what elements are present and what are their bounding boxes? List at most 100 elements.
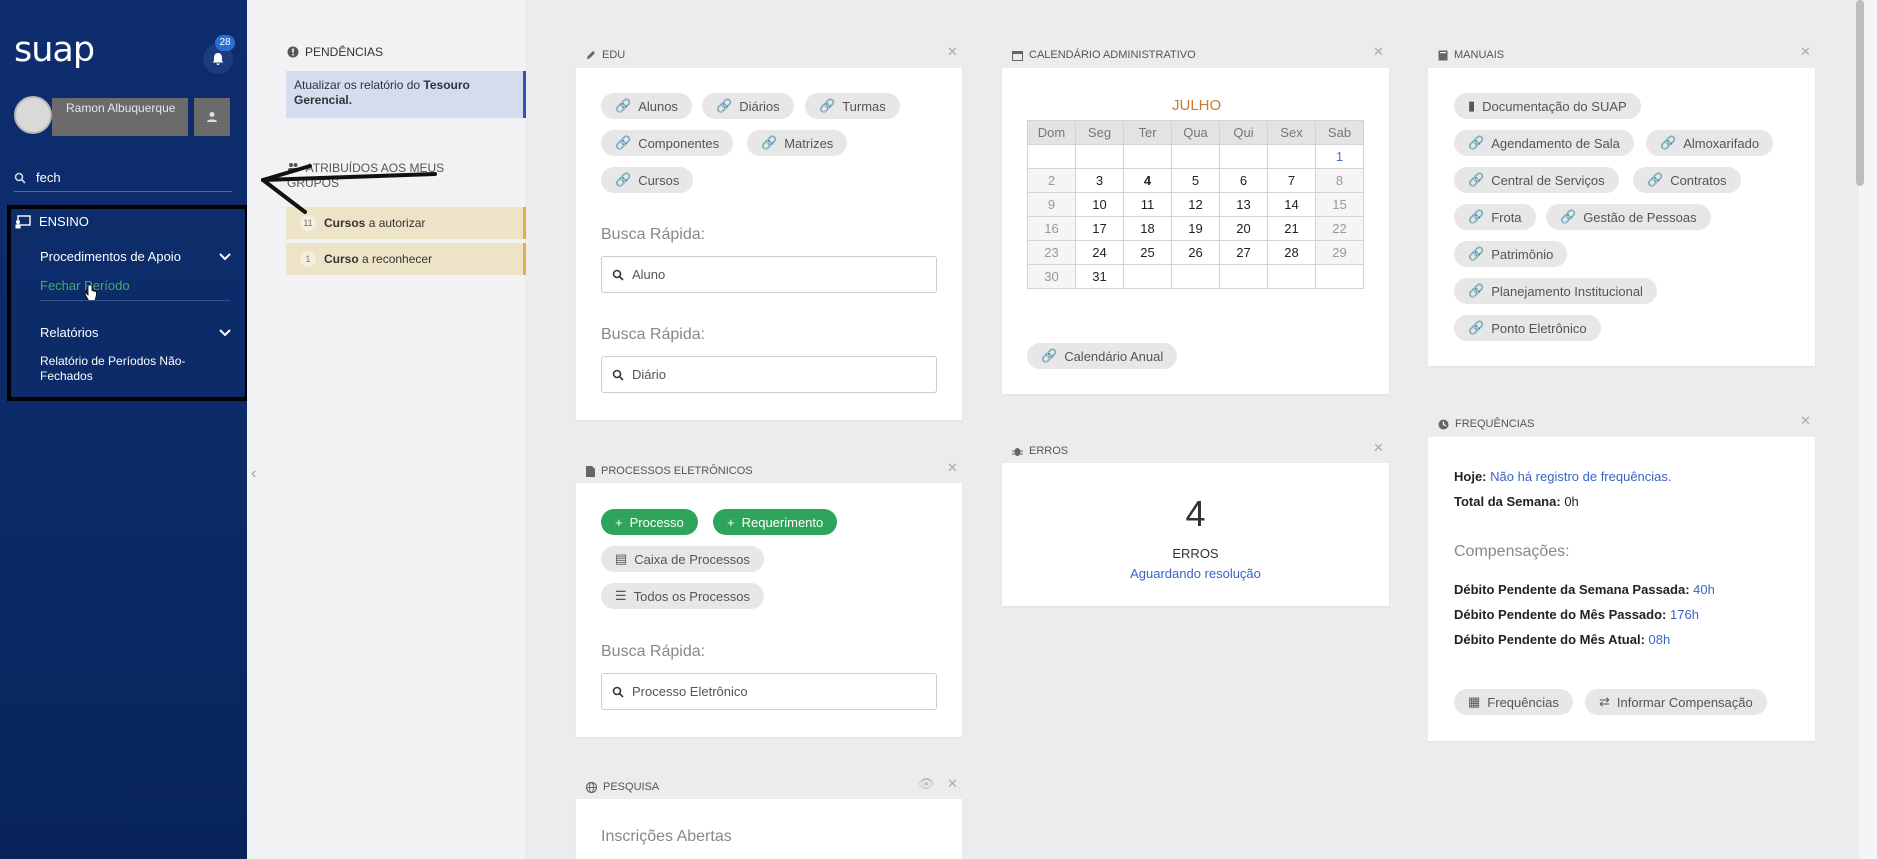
calendar-day[interactable]: 30 [1027, 264, 1076, 289]
calendar-day[interactable]: 12 [1171, 192, 1220, 217]
scrollbar-thumb[interactable] [1856, 0, 1864, 186]
manual-almoxarifado[interactable]: 🔗 Almoxarifado [1646, 130, 1774, 156]
close-icon[interactable]: ✕ [1373, 440, 1384, 456]
new-processo-button[interactable]: + Processo [601, 509, 698, 535]
manual-frota[interactable]: 🔗 Frota [1454, 204, 1536, 230]
calendar-day[interactable]: 6 [1219, 168, 1268, 193]
calendar-day[interactable]: 13 [1219, 192, 1268, 217]
manuais-title: MANUAIS [1454, 49, 1505, 61]
calendar-day [1171, 144, 1220, 169]
erros-label: ERROS [1172, 546, 1219, 561]
frequencias-button[interactable]: ▦ Frequências [1454, 689, 1573, 715]
calendar-day[interactable]: 28 [1267, 240, 1316, 265]
calendar-weekday: Sex [1267, 120, 1316, 145]
calendar-day[interactable]: 20 [1219, 216, 1268, 241]
erros-status-link[interactable]: Aguardando resolução [1002, 566, 1389, 581]
calendar-day[interactable]: 11 [1123, 192, 1172, 217]
close-icon[interactable]: ✕ [947, 44, 958, 60]
manual-agendamento[interactable]: 🔗 Agendamento de Sala [1454, 130, 1634, 156]
calendar-day[interactable]: 22 [1315, 216, 1364, 241]
task-bold: Curso [324, 252, 359, 266]
todos-processos-button[interactable]: ☰ Todos os Processos [601, 583, 764, 609]
calendar-day[interactable]: 8 [1315, 168, 1364, 193]
edu-link-alunos[interactable]: 🔗 Alunos [601, 93, 692, 119]
calendar-day[interactable]: 14 [1267, 192, 1316, 217]
pill-label: Cursos [638, 172, 680, 188]
user-name[interactable]: Ramon Albuquerque [52, 98, 188, 136]
busca-label: Busca Rápida: [601, 326, 706, 343]
pill-label: Matrizes [784, 135, 834, 151]
calendar-day[interactable]: 5 [1171, 168, 1220, 193]
manual-contratos[interactable]: 🔗 Contratos [1633, 167, 1741, 193]
link-icon: 🔗 [761, 135, 778, 150]
manual-planejamento[interactable]: 🔗 Planejamento Institucional [1454, 278, 1657, 304]
calendar-day[interactable]: 26 [1171, 240, 1220, 265]
freq-label: Total da Semana: [1454, 494, 1561, 509]
calendar-day[interactable]: 25 [1123, 240, 1172, 265]
manual-ponto-eletronico[interactable]: 🔗 Ponto Eletrônico [1454, 315, 1601, 341]
manual-central-servicos[interactable]: 🔗 Central de Serviços [1454, 167, 1619, 193]
pill-label: Ponto Eletrônico [1491, 320, 1587, 336]
menu-search-input[interactable]: fech [14, 164, 232, 192]
diario-search-input[interactable]: Diário [601, 356, 937, 393]
freq-label: Débito Pendente do Mês Atual: [1454, 632, 1645, 647]
manual-patrimonio[interactable]: 🔗 Patrimônio [1454, 241, 1568, 267]
close-icon[interactable]: ✕ [947, 460, 958, 476]
pill-label: Alunos [638, 98, 678, 114]
link-icon: 🔗 [1647, 172, 1664, 187]
calendar-day [1075, 144, 1124, 169]
new-requerimento-button[interactable]: + Requerimento [713, 509, 838, 535]
calendar-day[interactable]: 7 [1267, 168, 1316, 193]
calendar-day[interactable]: 10 [1075, 192, 1124, 217]
edu-link-diarios[interactable]: 🔗 Diários [702, 93, 794, 119]
calendar-day[interactable]: 3 [1075, 168, 1124, 193]
collapse-sidebar-icon[interactable]: ‹ [251, 465, 256, 483]
calendar-day[interactable]: 29 [1315, 240, 1364, 265]
sidebar: suap 28 Ramon Albuquerque fech ENSINO Pr… [0, 0, 247, 859]
freq-semana: Total da Semana: 0h [1454, 494, 1579, 509]
eye-icon[interactable]: 👁 [918, 776, 935, 792]
calendar-day [1171, 264, 1220, 289]
pill-label: Patrimônio [1491, 246, 1554, 262]
manual-documentacao[interactable]: ▮ Documentação do SUAP [1454, 93, 1641, 119]
calendar-day[interactable]: 23 [1027, 240, 1076, 265]
calendar-day[interactable]: 15 [1315, 192, 1364, 217]
calendar-day[interactable]: 17 [1075, 216, 1124, 241]
edu-link-matrizes[interactable]: 🔗 Matrizes [747, 130, 848, 156]
calendario-anual-link[interactable]: 🔗 Calendário Anual [1027, 343, 1178, 369]
book-icon [1438, 50, 1448, 60]
close-icon[interactable]: ✕ [947, 776, 958, 792]
calendar-day[interactable]: 21 [1267, 216, 1316, 241]
close-icon[interactable]: ✕ [1373, 44, 1384, 60]
calendar-day[interactable]: 19 [1171, 216, 1220, 241]
calendar-day[interactable]: 31 [1075, 264, 1124, 289]
edu-link-componentes[interactable]: 🔗 Componentes [601, 130, 734, 156]
close-icon[interactable]: ✕ [1800, 44, 1811, 60]
pill-label: Diários [739, 98, 780, 114]
calendar-day[interactable]: 18 [1123, 216, 1172, 241]
calendar-day[interactable]: 2 [1027, 168, 1076, 193]
erros-count: 4 [1185, 493, 1206, 534]
calendar-day[interactable]: 24 [1075, 240, 1124, 265]
edu-link-cursos[interactable]: 🔗 Cursos [601, 167, 694, 193]
edu-link-turmas[interactable]: 🔗 Turmas [805, 93, 900, 119]
link-icon: 🔗 [1468, 246, 1485, 261]
calendar-day[interactable]: 4 [1123, 168, 1172, 193]
informar-compensacao-button[interactable]: ⇄ Informar Compensação [1585, 689, 1767, 715]
file-icon: ▮ [1468, 98, 1476, 113]
calendar-day[interactable]: 27 [1219, 240, 1268, 265]
manual-gestao-pessoas[interactable]: 🔗 Gestão de Pessoas [1546, 204, 1711, 230]
close-icon[interactable]: ✕ [1800, 413, 1811, 429]
suap-logo[interactable]: suap [14, 30, 95, 70]
calendar-day[interactable]: 1 [1315, 144, 1364, 169]
task-row[interactable]: 1 Curso a reconhecer [286, 243, 526, 275]
aluno-search-input[interactable]: Aluno [601, 256, 937, 293]
user-profile-button[interactable] [194, 98, 230, 136]
globe-icon [586, 781, 597, 793]
calendar-day[interactable]: 16 [1027, 216, 1076, 241]
pendencia-card[interactable]: Atualizar os relatório do Tesouro Gerenc… [286, 71, 526, 118]
avatar[interactable] [14, 96, 52, 134]
calendar-day[interactable]: 9 [1027, 192, 1076, 217]
processo-search-input[interactable]: Processo Eletrônico [601, 673, 937, 710]
caixa-processos-button[interactable]: ▤ Caixa de Processos [601, 546, 764, 572]
